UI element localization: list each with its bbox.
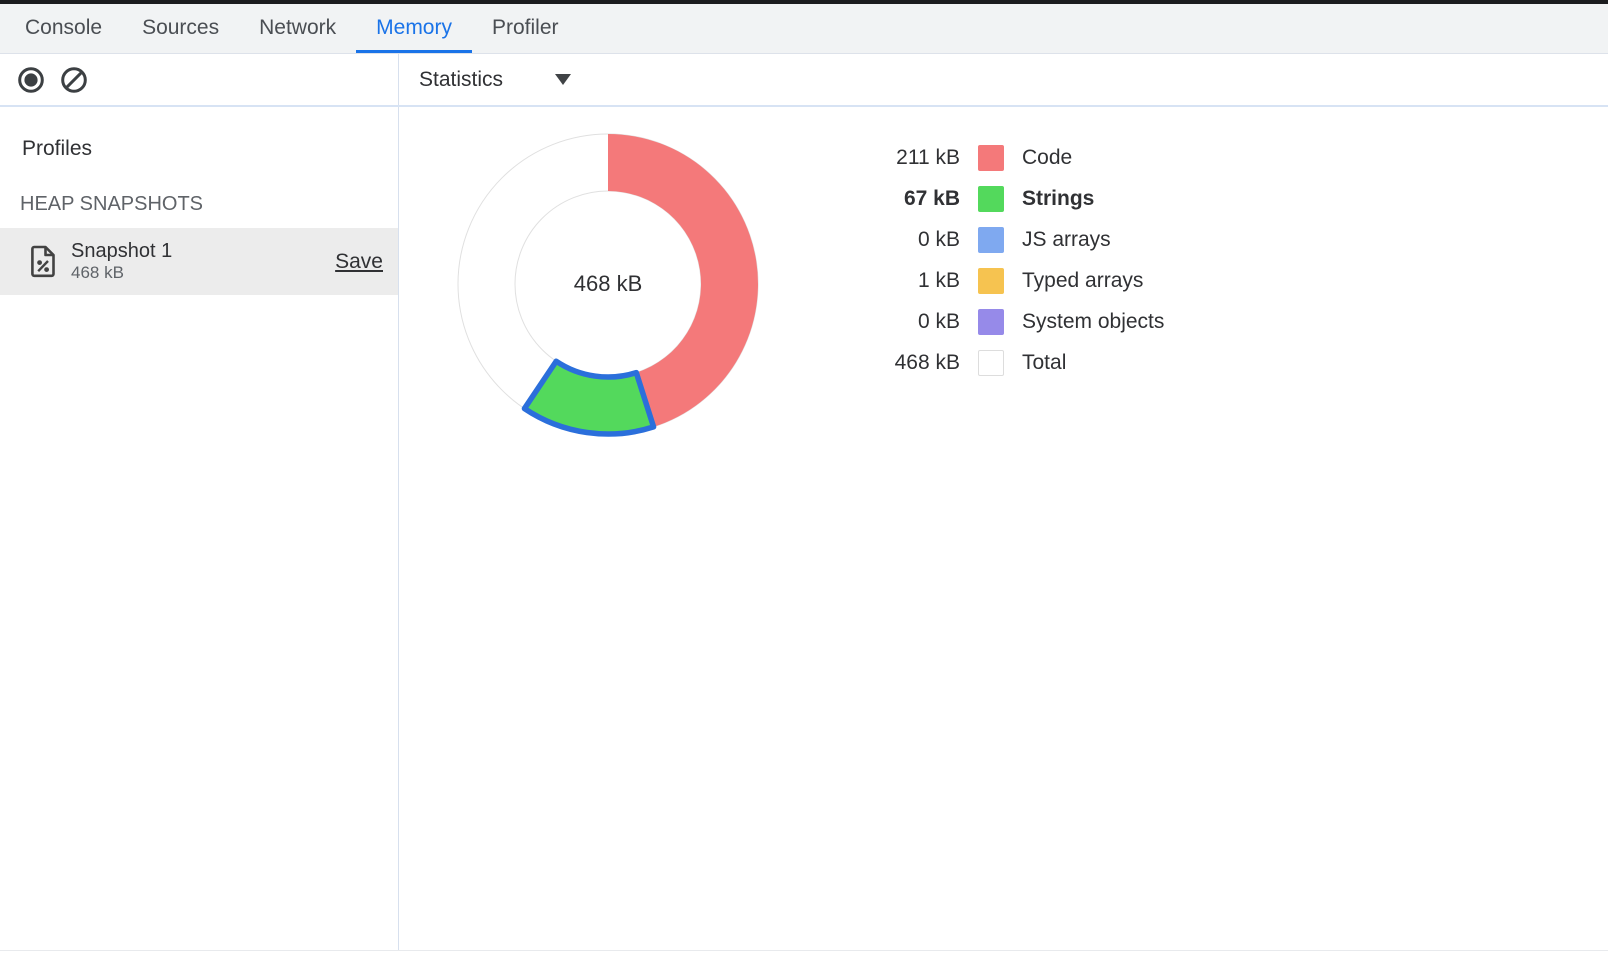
devtools-tabbar: Console Sources Network Memory Profiler	[0, 4, 1608, 54]
legend-value: 67 kB	[850, 187, 960, 211]
chevron-down-icon	[555, 74, 571, 85]
legend-swatch	[978, 309, 1004, 335]
legend-row[interactable]: 0 kB System objects	[850, 301, 1164, 342]
panel-body: Profiles HEAP SNAPSHOTS Snapshot 1 468 k…	[0, 107, 1608, 950]
snapshot-title: Snapshot 1	[71, 240, 335, 263]
legend-value: 0 kB	[850, 228, 960, 252]
tab-console[interactable]: Console	[5, 4, 122, 53]
tab-label: Sources	[142, 16, 219, 39]
legend-label: Strings	[1022, 187, 1094, 211]
legend-value: 211 kB	[850, 146, 960, 170]
perspective-select-value: Statistics	[419, 68, 503, 92]
perspective-select[interactable]: Statistics	[419, 68, 571, 92]
legend-row[interactable]: 0 kB JS arrays	[850, 219, 1164, 260]
legend-value: 468 kB	[850, 351, 960, 375]
legend-swatch	[978, 145, 1004, 171]
chart-legend: 211 kB Code 67 kB Strings 0 kB JS arrays	[850, 137, 1164, 383]
legend-row[interactable]: 1 kB Typed arrays	[850, 260, 1164, 301]
legend-row[interactable]: 468 kB Total	[850, 342, 1164, 383]
heap-snapshot-file-icon	[30, 245, 57, 278]
panel-toolbar: Statistics	[0, 54, 1608, 107]
clear-icon	[60, 66, 88, 94]
profiles-toolbar	[0, 54, 399, 105]
legend-label: Code	[1022, 146, 1072, 170]
view-toolbar: Statistics	[399, 54, 1608, 105]
tab-sources[interactable]: Sources	[122, 4, 239, 53]
legend-label: System objects	[1022, 310, 1164, 334]
clear-profiles-button[interactable]	[60, 66, 88, 94]
tab-label: Memory	[376, 16, 452, 39]
legend-label: Typed arrays	[1022, 269, 1143, 293]
tab-network[interactable]: Network	[239, 4, 356, 53]
legend-swatch	[978, 227, 1004, 253]
heap-snapshots-section-label: HEAP SNAPSHOTS	[0, 161, 398, 216]
chart-total-label: 468 kB	[528, 269, 688, 299]
tab-label: Network	[259, 16, 336, 39]
legend-row[interactable]: 67 kB Strings	[850, 178, 1164, 219]
profiles-sidebar: Profiles HEAP SNAPSHOTS Snapshot 1 468 k…	[0, 107, 399, 950]
save-snapshot-link[interactable]: Save	[335, 250, 383, 274]
legend-label: Total	[1022, 351, 1066, 375]
legend-row[interactable]: 211 kB Code	[850, 137, 1164, 178]
legend-label: JS arrays	[1022, 228, 1111, 252]
legend-value: 1 kB	[850, 269, 960, 293]
record-icon	[17, 66, 45, 94]
tab-memory[interactable]: Memory	[356, 4, 472, 53]
tab-label: Profiler	[492, 16, 559, 39]
snapshot-size: 468 kB	[71, 263, 335, 283]
profiles-heading: Profiles	[0, 107, 398, 161]
legend-swatch	[978, 350, 1004, 376]
snapshot-list-item[interactable]: Snapshot 1 468 kB Save	[0, 228, 398, 295]
snapshot-info: Snapshot 1 468 kB	[71, 240, 335, 283]
tab-profiler[interactable]: Profiler	[472, 4, 579, 53]
legend-value: 0 kB	[850, 310, 960, 334]
window-bottom-edge	[0, 950, 1608, 954]
statistics-view: 468 kB 211 kB Code 67 kB Strings 0 kB	[399, 107, 1608, 950]
legend-swatch	[978, 186, 1004, 212]
legend-swatch	[978, 268, 1004, 294]
record-heap-snapshot-button[interactable]	[17, 66, 45, 94]
tab-label: Console	[25, 16, 102, 39]
